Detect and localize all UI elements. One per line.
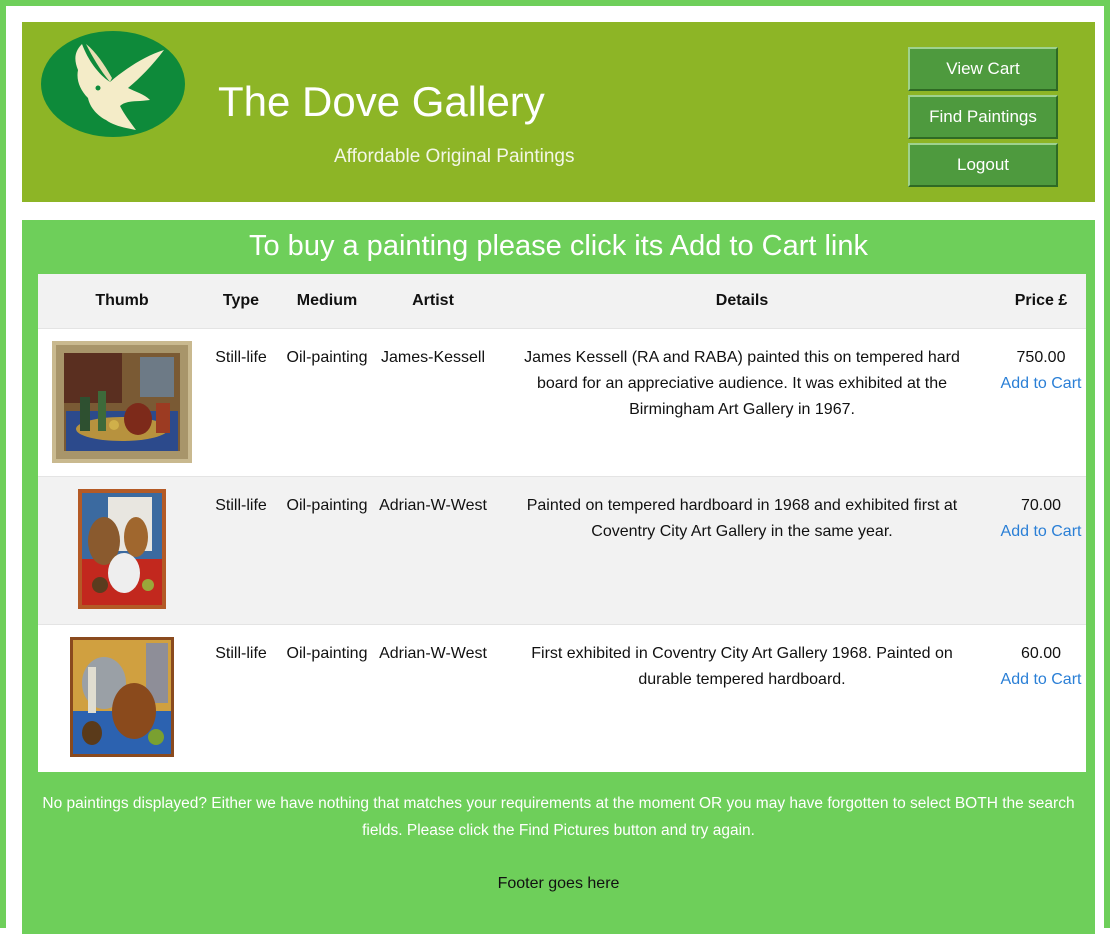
details-cell: First exhibited in Coventry City Art Gal… (488, 624, 996, 772)
table-header-row: Thumb Type Medium Artist Details Price £ (38, 274, 1086, 328)
price-cell: 70.00 Add to Cart (996, 476, 1086, 624)
site-header: The Dove Gallery Affordable Original Pai… (22, 22, 1095, 202)
column-header-artist: Artist (378, 274, 488, 328)
site-tagline: Affordable Original Paintings (334, 146, 575, 167)
table-row: Still-life Oil-painting Adrian-W-West Fi… (38, 624, 1086, 772)
price-value: 70.00 (1020, 496, 1062, 514)
painting-thumbnail-icon[interactable] (52, 340, 192, 463)
add-to-cart-link[interactable]: Add to Cart (996, 519, 1086, 545)
add-to-cart-link[interactable]: Add to Cart (996, 371, 1086, 397)
find-paintings-button[interactable]: Find Paintings (908, 95, 1058, 139)
view-cart-button[interactable]: View Cart (908, 47, 1058, 91)
medium-cell: Oil-painting (276, 328, 378, 476)
no-results-notice: No paintings displayed? Either we have n… (42, 795, 1075, 839)
type-cell: Still-life (206, 328, 276, 476)
column-header-medium: Medium (276, 274, 378, 328)
painting-thumbnail-icon[interactable] (78, 488, 166, 609)
type-cell: Still-life (206, 476, 276, 624)
column-header-details: Details (488, 274, 996, 328)
details-cell: James Kessell (RA and RABA) painted this… (488, 328, 996, 476)
thumb-cell (38, 624, 206, 772)
price-cell: 60.00 Add to Cart (996, 624, 1086, 772)
paintings-table-container: Thumb Type Medium Artist Details Price £ (38, 274, 1086, 772)
thumb-cell (38, 328, 206, 476)
column-header-type: Type (206, 274, 276, 328)
column-header-price: Price £ (996, 274, 1086, 328)
price-cell: 750.00 Add to Cart (996, 328, 1086, 476)
type-cell: Still-life (206, 624, 276, 772)
painting-thumbnail-icon[interactable] (70, 636, 174, 757)
dove-logo-icon (41, 31, 185, 137)
main-content: To buy a painting please click its Add t… (22, 220, 1095, 934)
thumb-cell (38, 476, 206, 624)
table-row: Still-life Oil-painting James-Kessell Ja… (38, 328, 1086, 476)
artist-cell: Adrian-W-West (378, 476, 488, 624)
artist-cell: James-Kessell (378, 328, 488, 476)
paintings-table: Thumb Type Medium Artist Details Price £ (38, 274, 1086, 772)
details-cell: Painted on tempered hardboard in 1968 an… (488, 476, 996, 624)
page-frame: The Dove Gallery Affordable Original Pai… (0, 0, 1110, 934)
price-value: 750.00 (1016, 348, 1066, 366)
price-value: 60.00 (1020, 644, 1062, 662)
medium-cell: Oil-painting (276, 624, 378, 772)
add-to-cart-link[interactable]: Add to Cart (996, 667, 1086, 693)
page-footer: Footer goes here (497, 875, 620, 892)
artist-cell: Adrian-W-West (378, 624, 488, 772)
table-row: Still-life Oil-painting Adrian-W-West Pa… (38, 476, 1086, 624)
column-header-thumb: Thumb (38, 274, 206, 328)
medium-cell: Oil-painting (276, 476, 378, 624)
logout-button[interactable]: Logout (908, 143, 1058, 187)
site-title: The Dove Gallery (218, 78, 545, 125)
instruction-heading: To buy a painting please click its Add t… (249, 230, 868, 262)
